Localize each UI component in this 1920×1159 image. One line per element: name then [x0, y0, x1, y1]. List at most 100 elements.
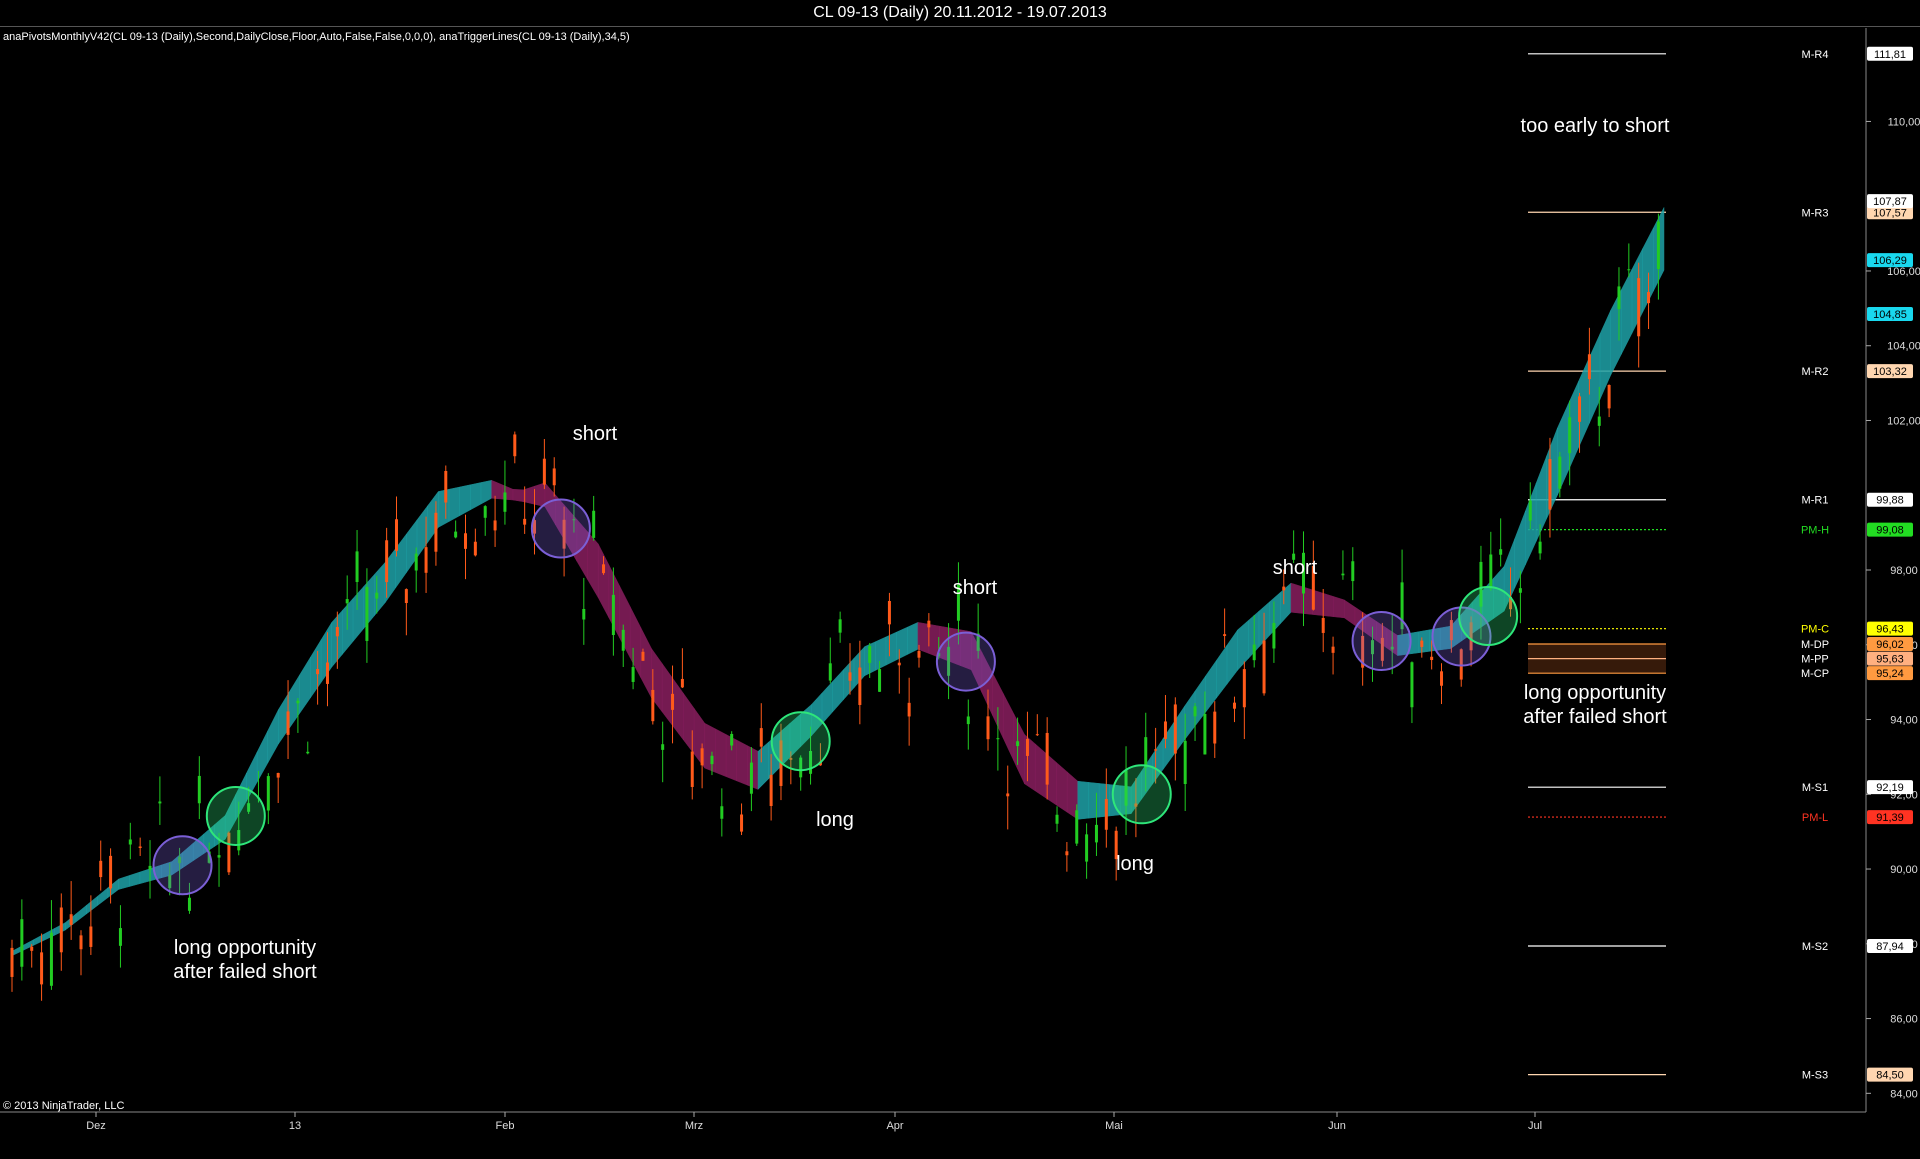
annotation-line: long opportunity [1523, 682, 1667, 704]
trigger-ribbon-segment [139, 868, 151, 885]
candle-body [641, 651, 645, 661]
trigger-ribbon-segment [1077, 780, 1089, 820]
trigger-ribbon-segment [1290, 582, 1302, 614]
trigger-ribbon-segment [512, 488, 524, 503]
trigger-ribbon-segment [1322, 592, 1334, 618]
candle-body [878, 669, 882, 692]
candle-body [1272, 623, 1276, 649]
candle-body [1252, 644, 1256, 661]
annotation-line: short [1272, 557, 1318, 579]
pivot-value-text: 92,19 [1876, 782, 1904, 794]
y-tick-label: 110,00 [1888, 116, 1920, 128]
candle-body [1499, 549, 1503, 555]
trigger-ribbon-segment [1546, 427, 1558, 519]
candle-body [1420, 640, 1424, 647]
candle-body [602, 564, 606, 574]
candle-body [1410, 662, 1414, 708]
candle-body [1203, 713, 1207, 755]
trigger-ribbon-segment [821, 680, 833, 725]
candle-body [10, 947, 14, 977]
short-signal-circle [530, 498, 591, 559]
candle-body [582, 608, 586, 620]
candle-body [1617, 286, 1621, 310]
candle-body [276, 772, 280, 778]
trigger-ribbon-segment [1056, 761, 1068, 813]
candle-body [1538, 541, 1542, 554]
pivot-value-text: 95,24 [1876, 668, 1904, 680]
pivot-label-pm-h: PM-H [1801, 525, 1829, 537]
candle-body [503, 492, 507, 512]
annotation-long: long [1116, 852, 1154, 876]
candle-body [414, 553, 418, 571]
candle-body [1065, 851, 1069, 856]
trigger-ribbon-segment [491, 479, 503, 500]
annotation-long-opportunity: long opportunity after failed short [173, 936, 316, 984]
trigger-ribbon-segment [1184, 690, 1196, 741]
candle-body [523, 518, 527, 525]
trigger-ribbon-segment [448, 486, 460, 522]
y-tick-label: 86,00 [1890, 1014, 1918, 1026]
pivot-label-pm-c: PM-C [1801, 624, 1829, 636]
trigger-ribbon-segment [523, 485, 535, 505]
candle-body [464, 533, 468, 549]
trigger-ribbon-segment [352, 585, 364, 643]
pivot-label-m-s2: M-S2 [1802, 941, 1828, 953]
pivot-label-m-dp: M-DP [1801, 639, 1829, 651]
x-tick-label: 13 [289, 1120, 301, 1132]
pivot-value-text: 99,88 [1876, 495, 1904, 507]
trigger-ribbon-segment [736, 739, 748, 786]
candle-body [769, 774, 773, 807]
short-signal-circle [1351, 611, 1412, 672]
candle-body [69, 914, 73, 925]
candle-body [1331, 646, 1335, 653]
candle-body [325, 662, 329, 684]
candle-body [1163, 721, 1167, 739]
candle-body [1568, 417, 1572, 454]
candle-body [1656, 221, 1660, 270]
candle-body [1104, 799, 1108, 830]
pivot-value-text: 95,63 [1876, 654, 1904, 666]
candle-body [385, 540, 389, 583]
long-signal-circle [1111, 764, 1172, 825]
candle-body [513, 434, 517, 457]
candle-body [306, 751, 310, 754]
candle-body [858, 667, 862, 705]
x-tick-label: Apr [886, 1120, 903, 1132]
candle-body [1094, 824, 1098, 843]
trigger-ribbon-segment [1216, 644, 1228, 699]
trigger-ribbon-segment [587, 530, 599, 599]
y-tick-label: 90,00 [1890, 864, 1918, 876]
pivot-value-text: 91,39 [1876, 812, 1904, 824]
trigger-ribbon-segment [1226, 629, 1238, 685]
candle-body [49, 932, 53, 986]
candle-body [848, 672, 852, 681]
candle-body [424, 547, 428, 573]
trigger-ribbon-segment [533, 482, 546, 508]
indicator-label: anaPivotsMonthlyV42(CL 09-13 (Daily),Sec… [3, 31, 630, 43]
pivot-label-m-r3: M-R3 [1802, 207, 1829, 219]
pivot-value-text: 96,02 [1876, 639, 1904, 651]
trigger-ribbon-segment [1034, 743, 1047, 799]
trigger-ribbon-segment [917, 622, 929, 654]
candle-body [611, 594, 615, 636]
pivot-label-pm-l: PM-L [1802, 812, 1828, 824]
annotation-line: long opportunity [173, 937, 317, 959]
candle-body [1341, 573, 1345, 576]
candle-body [79, 935, 83, 950]
candle-body [542, 458, 546, 485]
x-tick-label: Mrz [685, 1120, 703, 1132]
trigger-ribbon-segment [1535, 455, 1548, 542]
trigger-ribbon-segment [885, 631, 897, 666]
candle-body [1173, 704, 1177, 754]
candle-body [710, 755, 714, 765]
trigger-ribbon-segment [33, 933, 45, 946]
candle-body [1548, 458, 1552, 510]
trigger-ribbon-segment [97, 887, 109, 907]
x-tick-label: Mai [1105, 1120, 1123, 1132]
candle-body [700, 748, 704, 766]
trigger-ribbon-segment [1098, 783, 1111, 818]
candle-body [651, 689, 655, 722]
candle-body [1558, 456, 1562, 489]
candle-body [680, 678, 684, 688]
long-signal-circle [205, 785, 266, 846]
